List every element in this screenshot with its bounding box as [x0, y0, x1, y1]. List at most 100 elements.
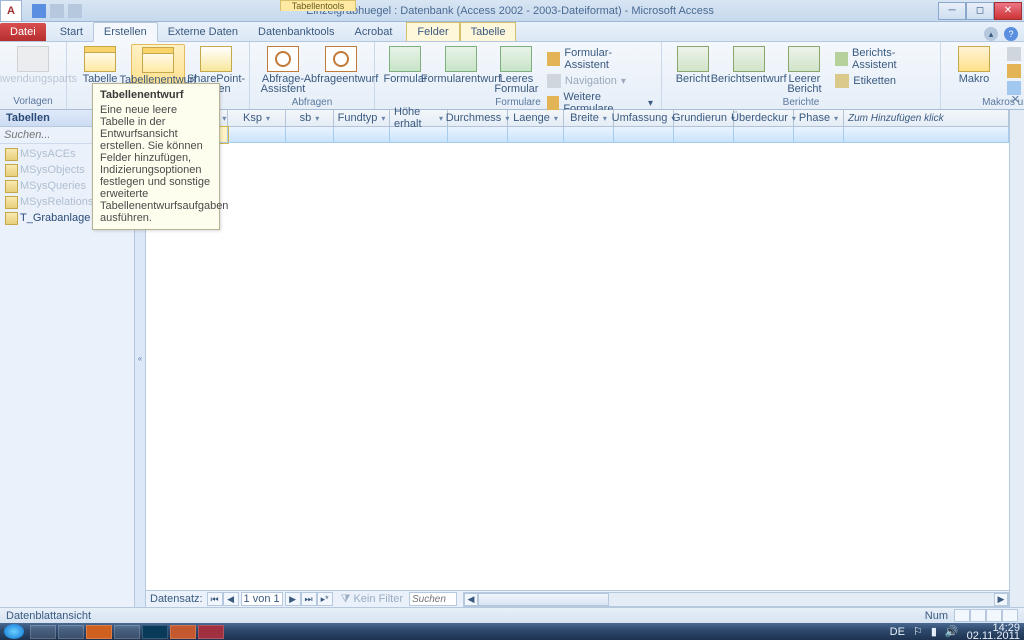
- dropdown-icon[interactable]: ▾: [603, 114, 607, 123]
- column-header-breite[interactable]: Breite▾: [564, 110, 614, 126]
- minimize-button[interactable]: ─: [938, 2, 966, 20]
- report-design-button[interactable]: Berichtsentwurf: [722, 44, 776, 86]
- design-view-button[interactable]: [1002, 609, 1018, 622]
- column-header-laenge[interactable]: Laenge▾: [508, 110, 564, 126]
- cell[interactable]: [674, 127, 734, 143]
- close-button[interactable]: ✕: [994, 2, 1022, 20]
- close-object-tab[interactable]: ✕: [1011, 93, 1020, 106]
- task-photoshop-icon[interactable]: [142, 625, 168, 639]
- blank-form-button[interactable]: Leeres Formular: [492, 44, 541, 96]
- redo-icon[interactable]: [68, 4, 82, 18]
- new-record-row[interactable]: ✱: [146, 127, 1009, 143]
- new-record-button[interactable]: ▸*: [317, 592, 333, 606]
- column-header-durchmess[interactable]: Durchmess▾: [448, 110, 508, 126]
- blank-report-button[interactable]: Leerer Bericht: [780, 44, 830, 96]
- task-explorer-icon[interactable]: [30, 625, 56, 639]
- table-design-button[interactable]: Tabellenentwurf: [131, 44, 185, 88]
- tab-fields[interactable]: Felder: [406, 22, 459, 41]
- dropdown-icon[interactable]: ▾: [554, 114, 558, 123]
- pivottable-view-button[interactable]: [970, 609, 986, 622]
- cell[interactable]: [734, 127, 794, 143]
- class-module-button[interactable]: Klassenmodul: [1005, 63, 1024, 79]
- dropdown-icon[interactable]: ▾: [381, 114, 385, 123]
- cell[interactable]: [844, 127, 1009, 143]
- cell[interactable]: [564, 127, 614, 143]
- group-label-templates: Vorlagen: [13, 95, 52, 109]
- filter-status: ⧩ Kein Filter: [341, 593, 403, 606]
- tray-flag-icon[interactable]: ⚐: [913, 625, 923, 638]
- task-firefox-icon[interactable]: [86, 625, 112, 639]
- column-header-sb[interactable]: sb▾: [286, 110, 334, 126]
- record-label: Datensatz:: [146, 593, 207, 605]
- dropdown-icon[interactable]: ▾: [266, 114, 270, 123]
- cell[interactable]: [614, 127, 674, 143]
- cell[interactable]: [334, 127, 390, 143]
- next-record-button[interactable]: ▶: [285, 592, 301, 606]
- first-record-button[interactable]: ⏮: [207, 592, 223, 606]
- dropdown-icon[interactable]: ▾: [315, 114, 319, 123]
- tray-clock[interactable]: 14:2902.11.2011: [967, 624, 1020, 640]
- tab-create[interactable]: Erstellen: [93, 22, 158, 42]
- form-wizard-button[interactable]: Formular-Assistent: [545, 46, 655, 72]
- app-icon: A: [0, 0, 22, 22]
- navigation-button[interactable]: Navigation ▾: [545, 73, 655, 89]
- maximize-button[interactable]: ◻: [966, 2, 994, 20]
- quick-access-toolbar: [32, 4, 82, 18]
- report-wizard-button[interactable]: Berichts-Assistent: [833, 46, 934, 72]
- vertical-scrollbar[interactable]: [1009, 110, 1024, 607]
- record-search-input[interactable]: [409, 592, 457, 606]
- tab-database-tools[interactable]: Datenbanktools: [248, 23, 344, 41]
- labels-button[interactable]: Etiketten: [833, 73, 934, 89]
- tab-home[interactable]: Start: [50, 23, 93, 41]
- dropdown-icon[interactable]: ▾: [222, 114, 226, 123]
- tab-acrobat[interactable]: Acrobat: [345, 23, 403, 41]
- tray-volume-icon[interactable]: 🔊: [945, 625, 959, 638]
- pivotchart-view-button[interactable]: [986, 609, 1002, 622]
- macro-button[interactable]: Makro: [947, 44, 1001, 86]
- save-icon[interactable]: [32, 4, 46, 18]
- task-powerpoint-icon[interactable]: [170, 625, 196, 639]
- tray-lang[interactable]: DE: [890, 626, 905, 638]
- cell[interactable]: [508, 127, 564, 143]
- column-header-fundtyp[interactable]: Fundtyp▾: [334, 110, 390, 126]
- tray-network-icon[interactable]: ▮: [931, 625, 937, 638]
- task-access-icon[interactable]: [198, 625, 224, 639]
- dropdown-icon[interactable]: ▾: [439, 114, 443, 123]
- application-parts-button[interactable]: Anwendungsparts: [6, 44, 60, 86]
- query-design-button[interactable]: Abfrageentwurf: [314, 44, 368, 86]
- column-header-grundierun[interactable]: Grundierun▾: [674, 110, 734, 126]
- group-queries: Abfrage-Assistent Abfrageentwurf Abfrage…: [250, 42, 375, 109]
- task-ie-icon[interactable]: [58, 625, 84, 639]
- datasheet-view-button[interactable]: [954, 609, 970, 622]
- query-wizard-button[interactable]: Abfrage-Assistent: [256, 44, 310, 96]
- undo-icon[interactable]: [50, 4, 64, 18]
- start-button[interactable]: [4, 624, 24, 639]
- record-navigator: Datensatz: ⏮ ◀ 1 von 1 ▶ ⏭ ▸* ⧩ Kein Fil…: [146, 590, 1009, 607]
- tab-table[interactable]: Tabelle: [460, 22, 517, 41]
- tab-file[interactable]: Datei: [0, 23, 46, 41]
- cell[interactable]: [794, 127, 844, 143]
- task-wmp-icon[interactable]: [114, 625, 140, 639]
- window-title: Einzelgrabhuegel : Datenbank (Access 200…: [82, 5, 938, 17]
- tab-external-data[interactable]: Externe Daten: [158, 23, 248, 41]
- minimize-ribbon-icon[interactable]: ▴: [984, 27, 998, 41]
- column-header-phase[interactable]: Phase▾: [794, 110, 844, 126]
- horizontal-scrollbar[interactable]: ◀▶: [463, 592, 1009, 607]
- status-bar: Datenblattansicht Num: [0, 607, 1024, 623]
- dropdown-icon[interactable]: ▾: [834, 114, 838, 123]
- column-header-höhe erhalt[interactable]: Höhe erhalt▾: [390, 110, 448, 126]
- column-header-überdeckur[interactable]: Überdeckur▾: [734, 110, 794, 126]
- cell[interactable]: [286, 127, 334, 143]
- prev-record-button[interactable]: ◀: [223, 592, 239, 606]
- add-column[interactable]: Zum Hinzufügen klick: [844, 110, 1009, 126]
- form-design-button[interactable]: Formularentwurf: [434, 44, 488, 86]
- column-header-ksp[interactable]: Ksp▾: [228, 110, 286, 126]
- module-button[interactable]: Modul: [1005, 46, 1024, 62]
- navpane-title: Tabellen: [6, 112, 50, 124]
- last-record-button[interactable]: ⏭: [301, 592, 317, 606]
- cell[interactable]: [228, 127, 286, 143]
- column-header-umfassung[interactable]: Umfassung▾: [614, 110, 674, 126]
- cell[interactable]: [448, 127, 508, 143]
- help-icon[interactable]: ?: [1004, 27, 1018, 41]
- tooltip: Tabellenentwurf Eine neue leere Tabelle …: [92, 83, 220, 230]
